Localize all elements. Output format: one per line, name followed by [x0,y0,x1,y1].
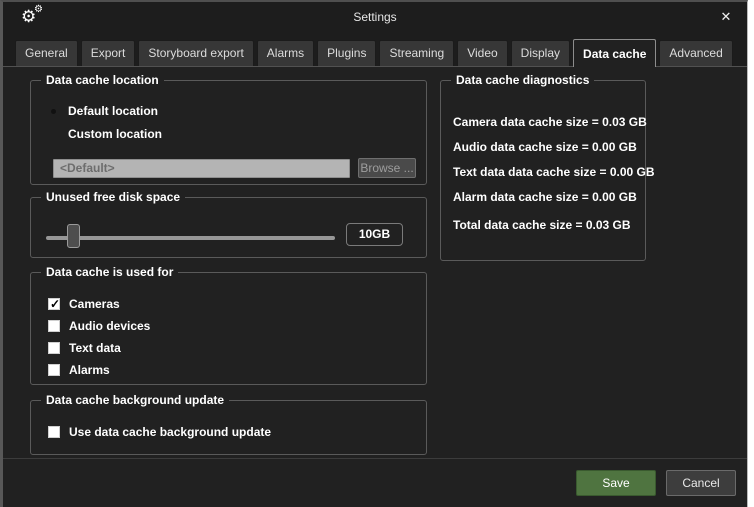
location-path-row: Browse ... [53,158,416,178]
tab-data-cache[interactable]: Data cache [573,39,656,67]
save-button[interactable]: Save [576,470,656,496]
tab-video[interactable]: Video [457,40,507,66]
camera-cache-size: Camera data cache size = 0.03 GB [453,115,639,129]
radio-label: Custom location [68,127,162,141]
checkbox-use-background-update[interactable]: Use data cache background update [48,425,271,439]
checkbox-label: Alarms [69,363,110,377]
total-cache-size: Total data cache size = 0.03 GB [453,218,639,232]
checkbox-label: Audio devices [69,319,150,333]
tab-bar: General Export Storyboard export Alarms … [15,39,741,66]
checkbox-unchecked-icon[interactable] [48,342,60,354]
checkbox-audio-devices[interactable]: Audio devices [48,319,150,333]
checkbox-text-data[interactable]: Text data [48,341,150,355]
audio-cache-size: Audio data cache size = 0.00 GB [453,140,639,154]
tab-plugins[interactable]: Plugins [317,40,376,66]
checkbox-unchecked-icon[interactable] [48,320,60,332]
tab-streaming[interactable]: Streaming [379,40,454,66]
checkbox-unchecked-icon[interactable] [48,364,60,376]
tab-display[interactable]: Display [511,40,570,66]
group-title: Data cache background update [41,393,229,407]
custom-location-radio[interactable]: Custom location [48,127,162,141]
unused-disk-space-group: Unused free disk space 10GB [30,197,427,258]
diagnostics-group: Data cache diagnostics Camera data cache… [440,80,646,261]
radio-label: Default location [68,104,158,118]
background-update-group: Data cache background update Use data ca… [30,400,427,455]
checkbox-label: Text data [69,341,121,355]
close-icon[interactable]: ✕ [717,8,735,26]
used-for-checklist: ✓ Cameras Audio devices Text data Alarms [48,297,150,385]
group-title: Unused free disk space [41,190,185,204]
checkbox-checked-icon[interactable]: ✓ [48,298,60,310]
data-cache-location-group: Data cache location Default location Cus… [30,80,427,185]
tab-export[interactable]: Export [81,40,136,66]
settings-window: ⚙ ⚙ Settings ✕ General Export Storyboard… [0,0,748,507]
diagnostics-body: Camera data cache size = 0.03 GB Audio d… [453,115,639,243]
group-title: Data cache is used for [41,265,178,279]
dialog-footer: Save Cancel [3,458,747,507]
check-icon: ✓ [49,297,61,311]
disk-space-slider-track[interactable] [46,236,335,240]
tab-alarms[interactable]: Alarms [257,40,314,66]
disk-space-value: 10GB [346,223,403,246]
background-update-checklist: Use data cache background update [48,425,271,447]
checkbox-unchecked-icon[interactable] [48,426,60,438]
cache-path-input[interactable] [53,159,350,178]
window-title: Settings [3,2,747,34]
radio-unselected-icon[interactable] [48,129,59,140]
titlebar: ⚙ ⚙ Settings ✕ [3,2,747,34]
default-location-radio[interactable]: Default location [48,104,158,118]
tab-advanced[interactable]: Advanced [659,40,732,66]
browse-button[interactable]: Browse ... [358,158,416,178]
disk-space-slider-thumb[interactable] [67,224,80,248]
tab-storyboard-export[interactable]: Storyboard export [138,40,253,66]
group-title: Data cache location [41,73,164,87]
alarm-cache-size: Alarm data cache size = 0.00 GB [453,190,639,204]
data-cache-tab-panel: Data cache location Default location Cus… [3,66,747,507]
checkbox-cameras[interactable]: ✓ Cameras [48,297,150,311]
group-title: Data cache diagnostics [451,73,594,87]
data-cache-used-for-group: Data cache is used for ✓ Cameras Audio d… [30,272,427,385]
checkbox-alarms[interactable]: Alarms [48,363,150,377]
text-data-cache-size: Text data data cache size = 0.00 GB [453,165,639,179]
cancel-button[interactable]: Cancel [666,470,736,496]
checkbox-label: Cameras [69,297,120,311]
checkbox-label: Use data cache background update [69,425,271,439]
tab-general[interactable]: General [15,40,78,66]
radio-selected-icon[interactable] [48,106,59,117]
